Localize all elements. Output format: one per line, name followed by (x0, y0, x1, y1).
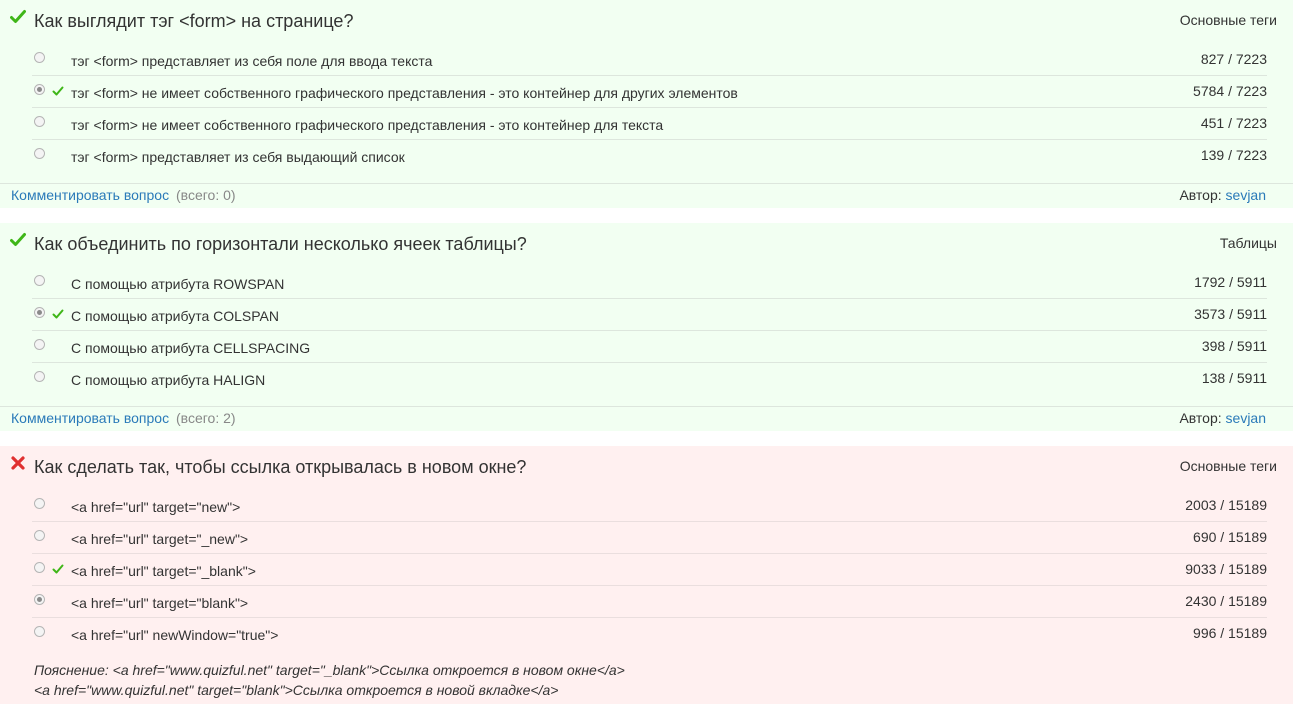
answer-row: <a href="url" target="_blank"> 9033 / 15… (32, 554, 1267, 586)
question-card: Как объединить по горизонтали несколько … (0, 223, 1293, 431)
answer-row: <a href="url" target="_new"> 690 / 15189 (32, 522, 1267, 554)
answer-count: 690 / 15189 (1193, 529, 1267, 545)
answer-count: 451 / 7223 (1200, 115, 1267, 131)
explanation-line: Пояснение: <a href="www.quizful.net" tar… (34, 662, 625, 678)
answer-row: тэг <form> не имеет собственного графиче… (32, 108, 1267, 140)
answer-count: 2430 / 15189 (1185, 593, 1267, 609)
answer-radio-selected[interactable] (34, 594, 45, 605)
answer-text: С помощью атрибута ROWSPAN (71, 276, 285, 292)
answer-radio[interactable] (34, 562, 45, 573)
answer-row: С помощью атрибута HALIGN 138 / 5911 (32, 363, 1267, 394)
answer-text: С помощью атрибута COLSPAN (71, 308, 279, 324)
answer-text: <a href="url" target="blank"> (71, 595, 249, 611)
answer-count: 1792 / 5911 (1194, 274, 1267, 290)
answer-row: С помощью атрибута COLSPAN 3573 / 5911 (32, 299, 1267, 331)
correct-answer-check-icon (52, 309, 64, 319)
answer-radio[interactable] (34, 339, 45, 350)
answer-list: С помощью атрибута ROWSPAN 1792 / 5911 С… (32, 267, 1267, 394)
answer-row: тэг <form> представляет из себя поле для… (32, 44, 1267, 76)
check-icon (10, 233, 26, 246)
answer-count: 827 / 7223 (1200, 51, 1267, 67)
answer-count: 9033 / 15189 (1185, 561, 1267, 577)
cross-icon (11, 456, 25, 470)
correct-answer-check-icon (52, 86, 64, 96)
check-icon (10, 10, 26, 23)
answer-row: <a href="url" target="new"> 2003 / 15189 (32, 490, 1267, 522)
author-link[interactable]: sevjan (1226, 187, 1266, 203)
question-category: Основные теги (1179, 12, 1277, 28)
comment-question-link[interactable]: Комментировать вопрос (11, 410, 169, 426)
question-author: Автор: sevjan (1179, 187, 1266, 203)
answer-row: <a href="url" target="blank"> 2430 / 151… (32, 586, 1267, 618)
answer-count: 398 / 5911 (1201, 338, 1267, 354)
question-header: Как выглядит тэг <form> на странице? Осн… (0, 0, 1293, 44)
question-card: Как выглядит тэг <form> на странице? Осн… (0, 0, 1293, 208)
answer-row: С помощью атрибута CELLSPACING 398 / 591… (32, 331, 1267, 363)
question-footer: Комментировать вопрос (всего: 2) Автор: … (0, 406, 1293, 431)
answer-row: С помощью атрибута ROWSPAN 1792 / 5911 (32, 267, 1267, 299)
answer-radio[interactable] (34, 52, 45, 63)
author-label: Автор: (1179, 187, 1222, 203)
question-title: Как сделать так, чтобы ссылка открывалас… (34, 457, 527, 477)
answer-radio-selected[interactable] (34, 307, 45, 318)
answer-text: <a href="url" target="new"> (71, 499, 241, 515)
question-header: Как сделать так, чтобы ссылка открывалас… (0, 446, 1293, 490)
question-author: Автор: sevjan (1179, 410, 1266, 426)
answer-radio[interactable] (34, 275, 45, 286)
answer-text: тэг <form> не имеет собственного графиче… (71, 85, 738, 101)
answer-row: <a href="url" newWindow="true"> 996 / 15… (32, 618, 1267, 649)
question-header: Как объединить по горизонтали несколько … (0, 223, 1293, 267)
answer-radio-selected[interactable] (34, 84, 45, 95)
answer-radio[interactable] (34, 530, 45, 541)
question-title: Как объединить по горизонтали несколько … (34, 234, 527, 254)
author-label: Автор: (1179, 410, 1222, 426)
comment-count: (всего: 0) (176, 187, 236, 203)
answer-radio[interactable] (34, 148, 45, 159)
answer-row: тэг <form> не имеет собственного графиче… (32, 76, 1267, 108)
answer-text: С помощью атрибута HALIGN (71, 372, 266, 388)
answer-radio[interactable] (34, 116, 45, 127)
answer-count: 996 / 15189 (1193, 625, 1267, 641)
answer-text: тэг <form> не имеет собственного графиче… (71, 117, 664, 133)
answer-list: <a href="url" target="new"> 2003 / 15189… (32, 490, 1267, 649)
answer-list: тэг <form> представляет из себя поле для… (32, 44, 1267, 171)
answer-count: 139 / 7223 (1200, 147, 1267, 163)
answer-text: <a href="url" newWindow="true"> (71, 627, 279, 643)
answer-count: 2003 / 15189 (1185, 497, 1267, 513)
answer-row: тэг <form> представляет из себя выдающий… (32, 140, 1267, 171)
question-title: Как выглядит тэг <form> на странице? (34, 11, 354, 31)
answer-count: 138 / 5911 (1201, 370, 1267, 386)
answer-text: <a href="url" target="_new"> (71, 531, 249, 547)
answer-text: <a href="url" target="_blank"> (71, 563, 256, 579)
answer-text: тэг <form> представляет из себя поле для… (71, 53, 433, 69)
question-footer: Комментировать вопрос (всего: 0) Автор: … (0, 183, 1293, 208)
answer-text: тэг <form> представляет из себя выдающий… (71, 149, 405, 165)
answer-count: 5784 / 7223 (1193, 83, 1267, 99)
author-link[interactable]: sevjan (1226, 410, 1266, 426)
question-card: Как сделать так, чтобы ссылка открывалас… (0, 446, 1293, 704)
comment-question-link[interactable]: Комментировать вопрос (11, 187, 169, 203)
question-category: Основные теги (1179, 458, 1277, 474)
answer-radio[interactable] (34, 626, 45, 637)
answer-radio[interactable] (34, 498, 45, 509)
answer-radio[interactable] (34, 371, 45, 382)
explanation-line: <a href="www.quizful.net" target="blank"… (34, 682, 559, 698)
correct-answer-check-icon (52, 564, 64, 574)
answer-text: С помощью атрибута CELLSPACING (71, 340, 311, 356)
answer-count: 3573 / 5911 (1194, 306, 1267, 322)
comment-count: (всего: 2) (176, 410, 236, 426)
question-category: Таблицы (1219, 235, 1277, 251)
